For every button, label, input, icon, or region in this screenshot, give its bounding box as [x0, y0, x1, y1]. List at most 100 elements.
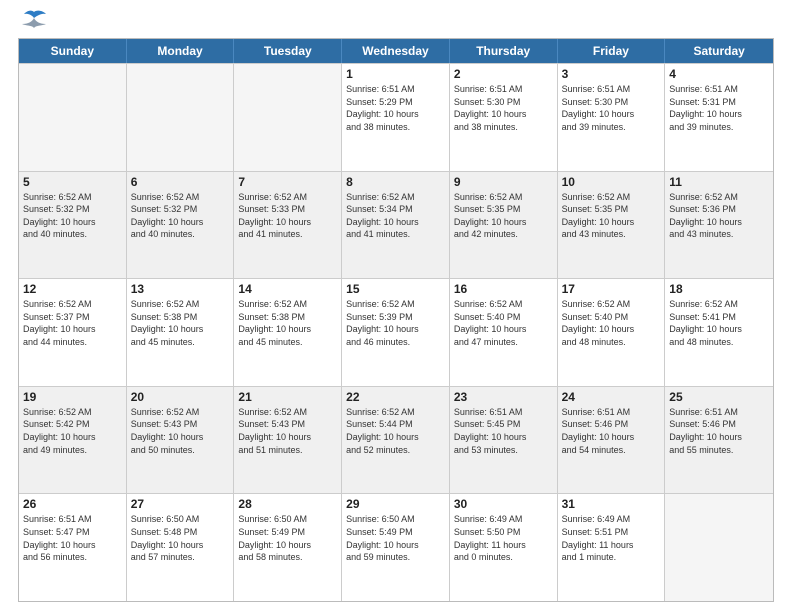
- week-row-3: 12Sunrise: 6:52 AM Sunset: 5:37 PM Dayli…: [19, 278, 773, 386]
- day-info: Sunrise: 6:52 AM Sunset: 5:41 PM Dayligh…: [669, 298, 769, 348]
- day-number: 24: [562, 390, 661, 404]
- calendar-header: SundayMondayTuesdayWednesdayThursdayFrid…: [19, 39, 773, 63]
- day-cell-29: 29 Sunrise: 6:50 AM Sunset: 5:49 PM Dayli…: [342, 494, 450, 601]
- day-info: Sunrise: 6:52 AM Sunset: 5:44 PM Dayligh…: [346, 406, 445, 456]
- day-info: Sunrise: 6:52 AM Sunset: 5:36 PM Dayligh…: [669, 191, 769, 241]
- weekday-header-thursday: Thursday: [450, 39, 558, 63]
- day-info: Sunrise: 6:52 AM Sunset: 5:35 PM Dayligh…: [562, 191, 661, 241]
- day-cell-4: 4Sunrise: 6:51 AM Sunset: 5:31 PM Daylig…: [665, 64, 773, 171]
- day-number: 16: [454, 282, 553, 296]
- day-info: Sunrise: 6:49 AM Sunset: 5:50 PM Dayligh…: [454, 513, 553, 563]
- day-info: Sunrise: 6:52 AM Sunset: 5:40 PM Dayligh…: [454, 298, 553, 348]
- day-info: Sunrise: 6:50 AM Sunset: 5:49 PM Dayligh…: [238, 513, 337, 563]
- day-number: 26: [23, 497, 122, 511]
- day-number: 31: [562, 497, 661, 511]
- day-cell-26: 26 Sunrise: 6:51 AM Sunset: 5:47 PM Dayli…: [19, 494, 127, 601]
- day-number: 3: [562, 67, 661, 81]
- day-cell-5: 5Sunrise: 6:52 AM Sunset: 5:32 PM Daylig…: [19, 172, 127, 279]
- calendar: SundayMondayTuesdayWednesdayThursdayFrid…: [18, 38, 774, 602]
- week-row-2: 5Sunrise: 6:52 AM Sunset: 5:32 PM Daylig…: [19, 171, 773, 279]
- day-number: 29: [346, 497, 445, 511]
- day-info: Sunrise: 6:52 AM Sunset: 5:33 PM Dayligh…: [238, 191, 337, 241]
- day-cell-20: 20Sunrise: 6:52 AM Sunset: 5:43 PM Dayli…: [127, 387, 235, 494]
- page: SundayMondayTuesdayWednesdayThursdayFrid…: [0, 0, 792, 612]
- day-info: Sunrise: 6:51 AM Sunset: 5:47 PM Dayligh…: [23, 513, 122, 563]
- day-cell-24: 24 Sunrise: 6:51 AM Sunset: 5:46 PM Dayli…: [558, 387, 666, 494]
- day-cell-empty: [665, 494, 773, 601]
- weekday-header-wednesday: Wednesday: [342, 39, 450, 63]
- day-number: 14: [238, 282, 337, 296]
- day-info: Sunrise: 6:52 AM Sunset: 5:38 PM Dayligh…: [238, 298, 337, 348]
- day-number: 17: [562, 282, 661, 296]
- day-cell-30: 30 Sunrise: 6:49 AM Sunset: 5:50 PM Dayli…: [450, 494, 558, 601]
- logo-bird-icon: [20, 10, 48, 30]
- day-cell-1: 1 Sunrise: 6:51 AM Sunset: 5:29 PM Daylig…: [342, 64, 450, 171]
- day-number: 28: [238, 497, 337, 511]
- day-cell-7: 7 Sunrise: 6:52 AM Sunset: 5:33 PM Daylig…: [234, 172, 342, 279]
- day-cell-27: 27Sunrise: 6:50 AM Sunset: 5:48 PM Dayli…: [127, 494, 235, 601]
- day-cell-28: 28 Sunrise: 6:50 AM Sunset: 5:49 PM Dayli…: [234, 494, 342, 601]
- weekday-header-saturday: Saturday: [665, 39, 773, 63]
- day-cell-empty: [19, 64, 127, 171]
- day-info: Sunrise: 6:52 AM Sunset: 5:35 PM Dayligh…: [454, 191, 553, 241]
- weekday-header-monday: Monday: [127, 39, 235, 63]
- day-cell-8: 8 Sunrise: 6:52 AM Sunset: 5:34 PM Daylig…: [342, 172, 450, 279]
- day-number: 12: [23, 282, 122, 296]
- day-number: 22: [346, 390, 445, 404]
- day-info: Sunrise: 6:52 AM Sunset: 5:34 PM Dayligh…: [346, 191, 445, 241]
- day-info: Sunrise: 6:52 AM Sunset: 5:42 PM Dayligh…: [23, 406, 122, 456]
- day-number: 20: [131, 390, 230, 404]
- day-cell-11: 11 Sunrise: 6:52 AM Sunset: 5:36 PM Dayli…: [665, 172, 773, 279]
- header: [18, 18, 774, 30]
- day-number: 30: [454, 497, 553, 511]
- day-cell-10: 10 Sunrise: 6:52 AM Sunset: 5:35 PM Dayli…: [558, 172, 666, 279]
- day-cell-17: 17 Sunrise: 6:52 AM Sunset: 5:40 PM Dayli…: [558, 279, 666, 386]
- day-info: Sunrise: 6:49 AM Sunset: 5:51 PM Dayligh…: [562, 513, 661, 563]
- day-number: 15: [346, 282, 445, 296]
- day-cell-14: 14 Sunrise: 6:52 AM Sunset: 5:38 PM Dayli…: [234, 279, 342, 386]
- day-cell-13: 13Sunrise: 6:52 AM Sunset: 5:38 PM Dayli…: [127, 279, 235, 386]
- day-number: 1: [346, 67, 445, 81]
- day-info: Sunrise: 6:51 AM Sunset: 5:45 PM Dayligh…: [454, 406, 553, 456]
- day-number: 23: [454, 390, 553, 404]
- weekday-header-friday: Friday: [558, 39, 666, 63]
- day-number: 11: [669, 175, 769, 189]
- day-info: Sunrise: 6:52 AM Sunset: 5:39 PM Dayligh…: [346, 298, 445, 348]
- day-number: 10: [562, 175, 661, 189]
- day-cell-3: 3 Sunrise: 6:51 AM Sunset: 5:30 PM Daylig…: [558, 64, 666, 171]
- day-cell-22: 22 Sunrise: 6:52 AM Sunset: 5:44 PM Dayli…: [342, 387, 450, 494]
- day-info: Sunrise: 6:52 AM Sunset: 5:32 PM Dayligh…: [131, 191, 230, 241]
- day-cell-empty: [127, 64, 235, 171]
- weekday-header-tuesday: Tuesday: [234, 39, 342, 63]
- day-info: Sunrise: 6:51 AM Sunset: 5:29 PM Dayligh…: [346, 83, 445, 133]
- calendar-body: 1 Sunrise: 6:51 AM Sunset: 5:29 PM Daylig…: [19, 63, 773, 601]
- day-info: Sunrise: 6:51 AM Sunset: 5:46 PM Dayligh…: [562, 406, 661, 456]
- week-row-5: 26 Sunrise: 6:51 AM Sunset: 5:47 PM Dayli…: [19, 493, 773, 601]
- day-info: Sunrise: 6:50 AM Sunset: 5:48 PM Dayligh…: [131, 513, 230, 563]
- day-number: 2: [454, 67, 553, 81]
- day-cell-25: 25Sunrise: 6:51 AM Sunset: 5:46 PM Dayli…: [665, 387, 773, 494]
- day-cell-6: 6Sunrise: 6:52 AM Sunset: 5:32 PM Daylig…: [127, 172, 235, 279]
- day-number: 8: [346, 175, 445, 189]
- day-info: Sunrise: 6:52 AM Sunset: 5:43 PM Dayligh…: [238, 406, 337, 456]
- day-info: Sunrise: 6:51 AM Sunset: 5:46 PM Dayligh…: [669, 406, 769, 456]
- day-info: Sunrise: 6:52 AM Sunset: 5:32 PM Dayligh…: [23, 191, 122, 241]
- day-info: Sunrise: 6:51 AM Sunset: 5:30 PM Dayligh…: [562, 83, 661, 133]
- day-cell-16: 16 Sunrise: 6:52 AM Sunset: 5:40 PM Dayli…: [450, 279, 558, 386]
- day-info: Sunrise: 6:50 AM Sunset: 5:49 PM Dayligh…: [346, 513, 445, 563]
- day-number: 7: [238, 175, 337, 189]
- day-cell-19: 19 Sunrise: 6:52 AM Sunset: 5:42 PM Dayli…: [19, 387, 127, 494]
- day-cell-18: 18 Sunrise: 6:52 AM Sunset: 5:41 PM Dayli…: [665, 279, 773, 386]
- day-number: 18: [669, 282, 769, 296]
- day-info: Sunrise: 6:51 AM Sunset: 5:30 PM Dayligh…: [454, 83, 553, 133]
- day-cell-21: 21 Sunrise: 6:52 AM Sunset: 5:43 PM Dayli…: [234, 387, 342, 494]
- weekday-header-sunday: Sunday: [19, 39, 127, 63]
- day-number: 19: [23, 390, 122, 404]
- day-info: Sunrise: 6:52 AM Sunset: 5:40 PM Dayligh…: [562, 298, 661, 348]
- logo: [18, 18, 48, 30]
- day-cell-2: 2 Sunrise: 6:51 AM Sunset: 5:30 PM Daylig…: [450, 64, 558, 171]
- day-cell-12: 12Sunrise: 6:52 AM Sunset: 5:37 PM Dayli…: [19, 279, 127, 386]
- day-number: 4: [669, 67, 769, 81]
- week-row-4: 19 Sunrise: 6:52 AM Sunset: 5:42 PM Dayli…: [19, 386, 773, 494]
- day-number: 21: [238, 390, 337, 404]
